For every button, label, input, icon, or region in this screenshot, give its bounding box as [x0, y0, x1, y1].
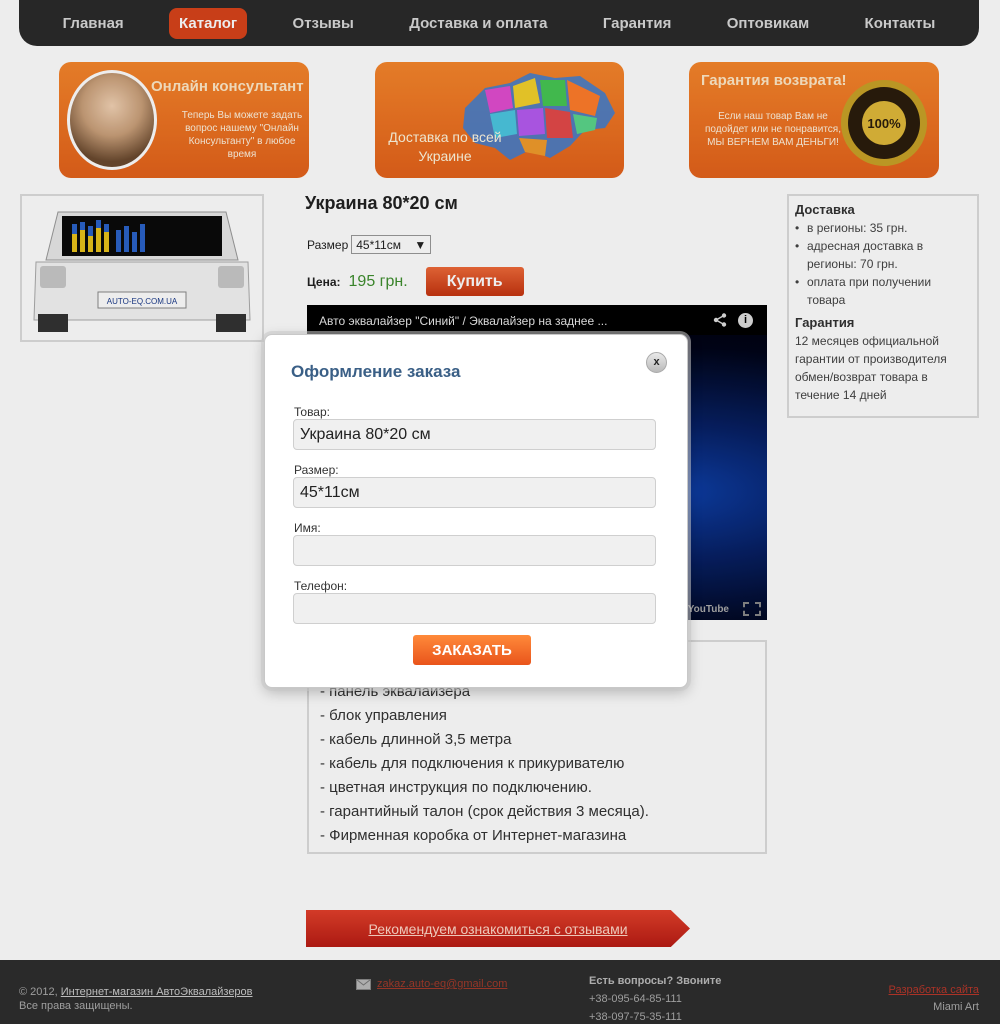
phone-field[interactable] — [293, 593, 656, 624]
product-field-label: Товар: — [294, 405, 330, 419]
name-field[interactable] — [293, 535, 656, 566]
size-field-label: Размер: — [294, 463, 339, 477]
product-field[interactable]: Украина 80*20 см — [293, 419, 656, 450]
order-modal: x Оформление заказа Товар: Украина 80*20… — [264, 334, 688, 688]
name-field-label: Имя: — [294, 521, 321, 535]
close-icon[interactable]: x — [646, 352, 667, 373]
phone-field-label: Телефон: — [294, 579, 348, 593]
size-field[interactable]: 45*11см — [293, 477, 656, 508]
order-submit-button[interactable]: ЗАКАЗАТЬ — [413, 635, 531, 665]
modal-title: Оформление заказа — [291, 362, 461, 381]
